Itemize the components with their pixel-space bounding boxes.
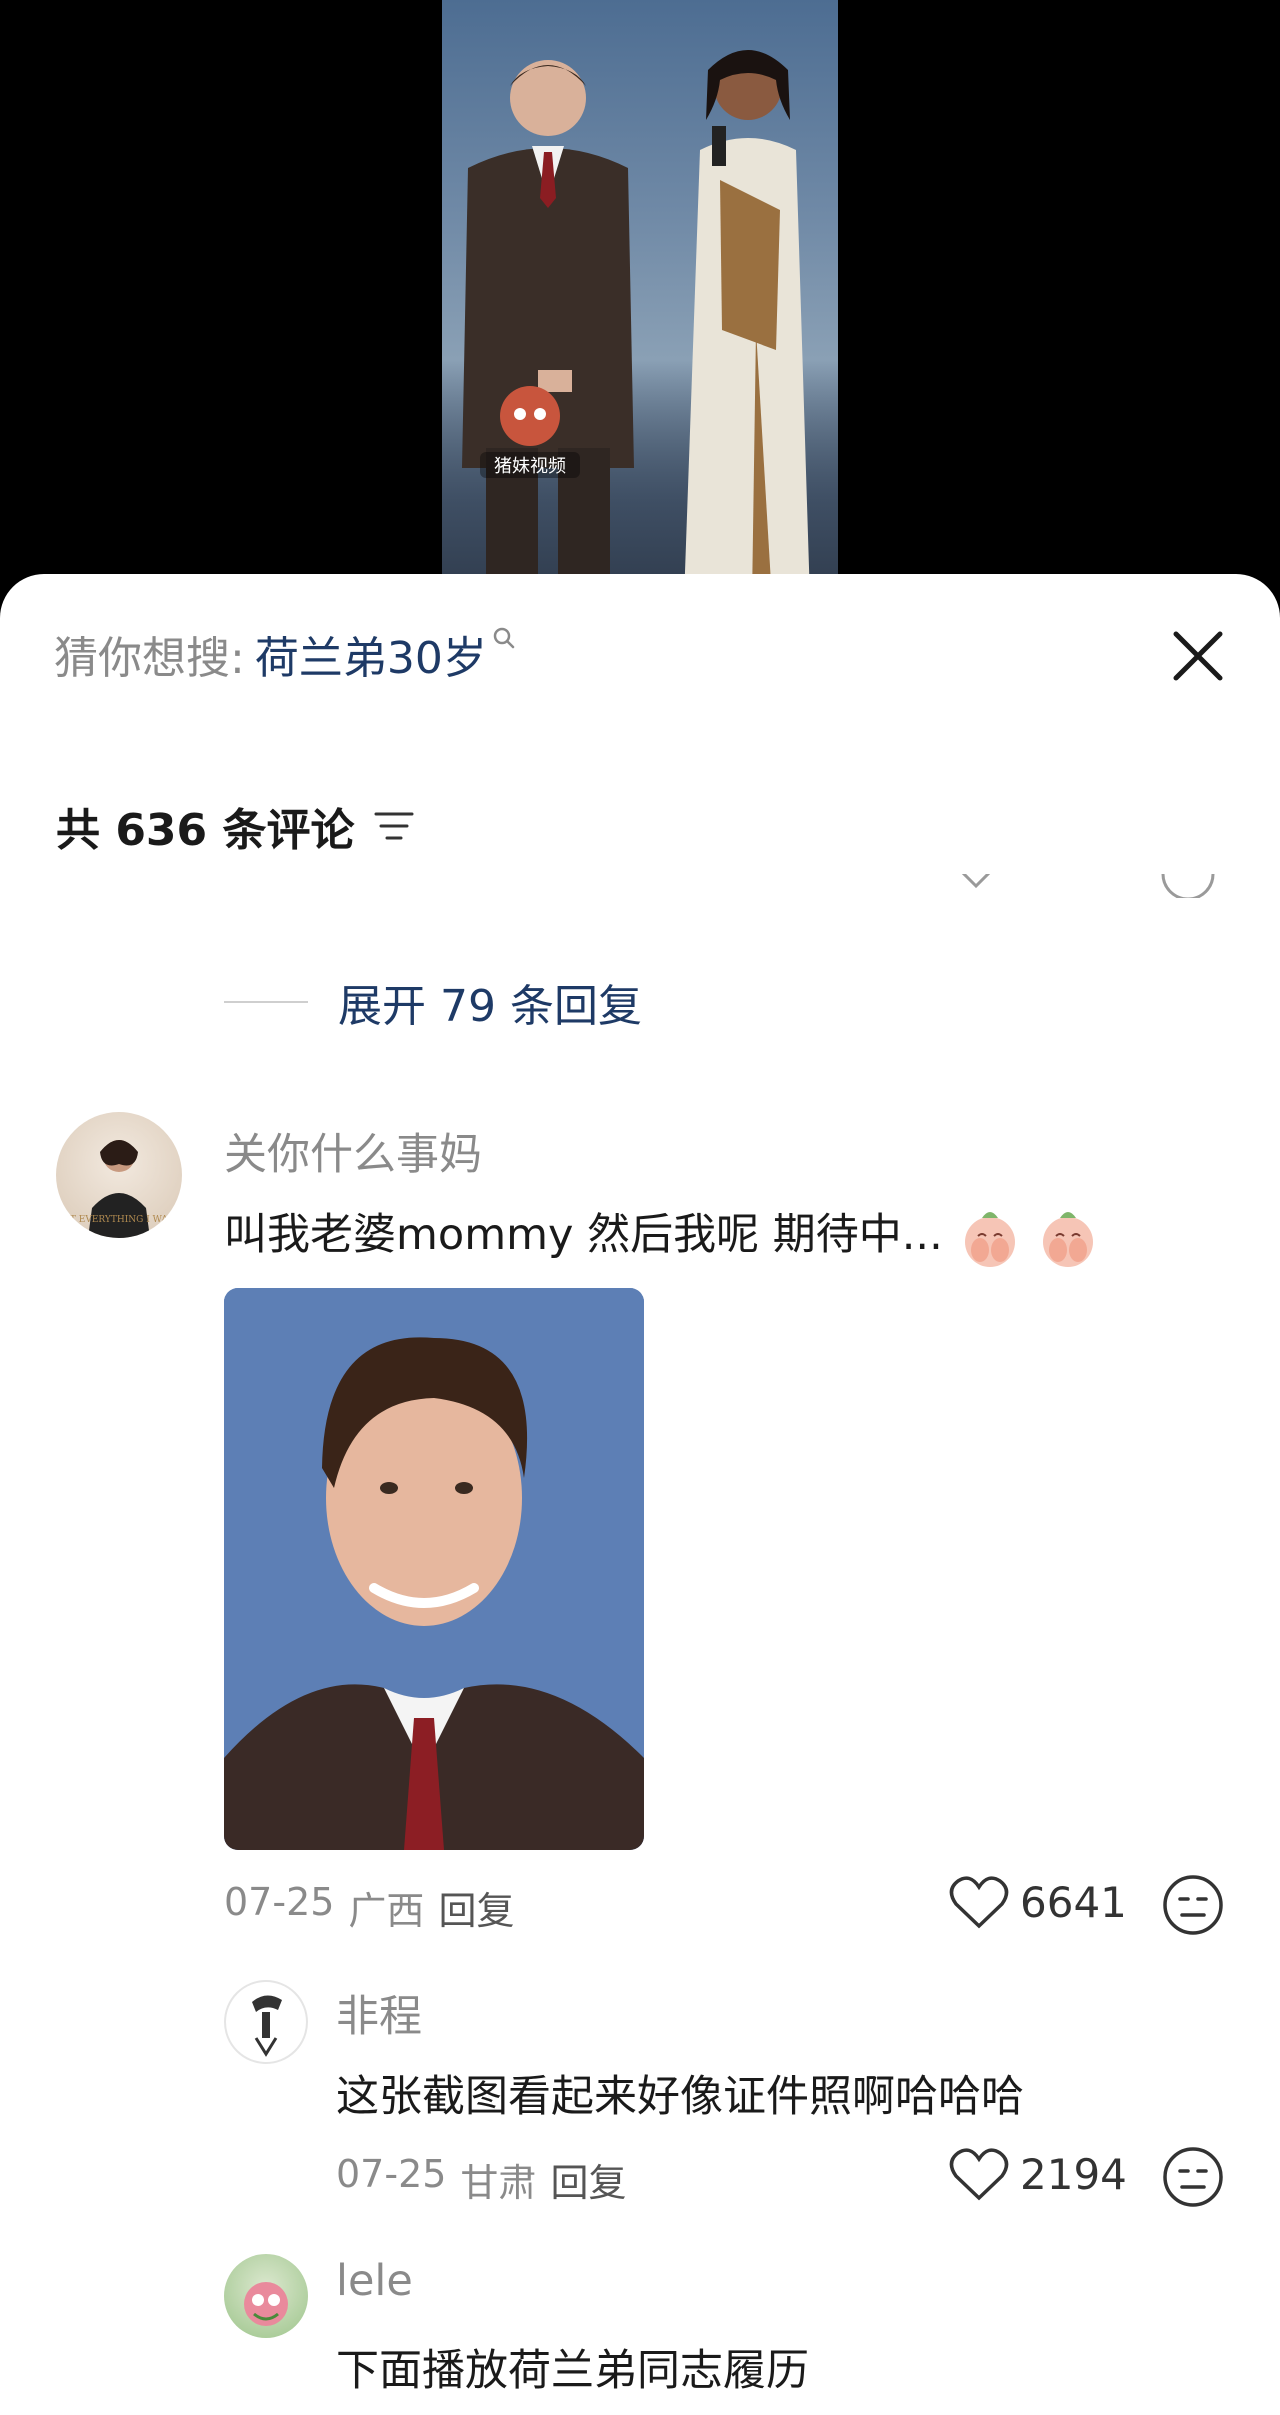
comment-username[interactable]: 关你什么事妈	[224, 1120, 482, 1182]
hands-over-mouth-emoji	[1043, 1211, 1094, 1267]
comment-reply-button[interactable]: 回复	[438, 1880, 514, 1935]
close-icon[interactable]	[1168, 626, 1228, 686]
heart-icon	[949, 1876, 1009, 1929]
comment-date: 07-25	[224, 1880, 335, 1924]
comment-text-body: 叫我老婆mommy 然后我呢 期待中...	[224, 1210, 943, 1260]
reply-like-button[interactable]: 2194	[948, 2146, 1127, 2202]
search-suggestion[interactable]: 猜你想搜: 荷兰弟30岁	[54, 624, 517, 684]
reply-text: 这张截图看起来好像证件照啊哈哈哈	[336, 2072, 1024, 2122]
video-frame[interactable]: 猪妹视频	[442, 0, 838, 600]
reply-username[interactable]: 非程	[336, 1982, 422, 2044]
comment-count-header: 共 636 条评论	[56, 796, 414, 856]
comment-meta: 07-25 广西 回复	[224, 1880, 514, 1935]
comment-panel: 猜你想搜: 荷兰弟30岁 共 636 条评论 展开 79 条回复 GET EVE…	[0, 574, 1280, 2415]
meh-face-icon	[1161, 874, 1215, 898]
reply-date: 07-25	[336, 2152, 447, 2196]
reply-username[interactable]: lele	[336, 2256, 413, 2306]
reply-like-count: 2194	[1020, 2149, 1127, 2199]
expand-replies-divider	[224, 1001, 308, 1003]
comment-like-count: 6641	[1020, 1877, 1127, 1927]
video-watermark-sticker: 猪妹视频	[480, 386, 580, 478]
search-suggestion-prefix: 猜你想搜:	[54, 633, 245, 684]
heart-icon	[961, 874, 991, 889]
reply-meta: 07-25 甘肃 回复	[336, 2152, 626, 2207]
search-suggestion-keyword[interactable]: 荷兰弟30岁	[255, 622, 487, 686]
expand-replies-label[interactable]: 展开 79 条回复	[338, 970, 642, 1034]
heart-icon	[949, 2148, 1009, 2201]
video-watermark-text: 猪妹视频	[494, 456, 566, 477]
comment-image[interactable]	[224, 1288, 644, 1850]
video-person-dress	[684, 50, 810, 600]
avatar-image: GET EVERYTHING I WANT	[56, 1140, 182, 1238]
comment-text: 叫我老婆mommy 然后我呢 期待中...	[224, 1200, 1098, 1270]
previous-comment-remnant	[0, 874, 1280, 898]
search-icon	[493, 627, 515, 649]
sort-icon[interactable]	[374, 808, 414, 844]
reply-location: 甘肃	[460, 2161, 537, 2205]
video-person-suit	[462, 60, 634, 600]
comment-location: 广西	[348, 1889, 425, 1933]
comment-count-label: 共 636 条评论	[56, 805, 355, 856]
comment-image-portrait	[224, 1288, 644, 1850]
comment-like-button[interactable]: 6641	[948, 1874, 1127, 1930]
hands-over-mouth-emoji	[965, 1211, 1016, 1267]
avatar-text: GET EVERYTHING I WANT	[56, 1215, 182, 1225]
meh-face-icon[interactable]	[1162, 1874, 1224, 1936]
meh-face-icon[interactable]	[1162, 2146, 1224, 2208]
video-player[interactable]: 猪妹视频	[0, 0, 1280, 600]
reply-reply-button[interactable]: 回复	[550, 2152, 626, 2207]
reply-avatar-image	[252, 1995, 282, 2057]
reply-avatar[interactable]	[224, 2254, 308, 2338]
reply-avatar[interactable]	[224, 1980, 308, 2064]
reply-avatar-image	[244, 2282, 288, 2326]
avatar[interactable]: GET EVERYTHING I WANT	[56, 1112, 182, 1238]
expand-replies-button[interactable]: 展开 79 条回复	[224, 974, 642, 1032]
reply-text: 下面播放荷兰弟同志履历	[336, 2346, 809, 2396]
